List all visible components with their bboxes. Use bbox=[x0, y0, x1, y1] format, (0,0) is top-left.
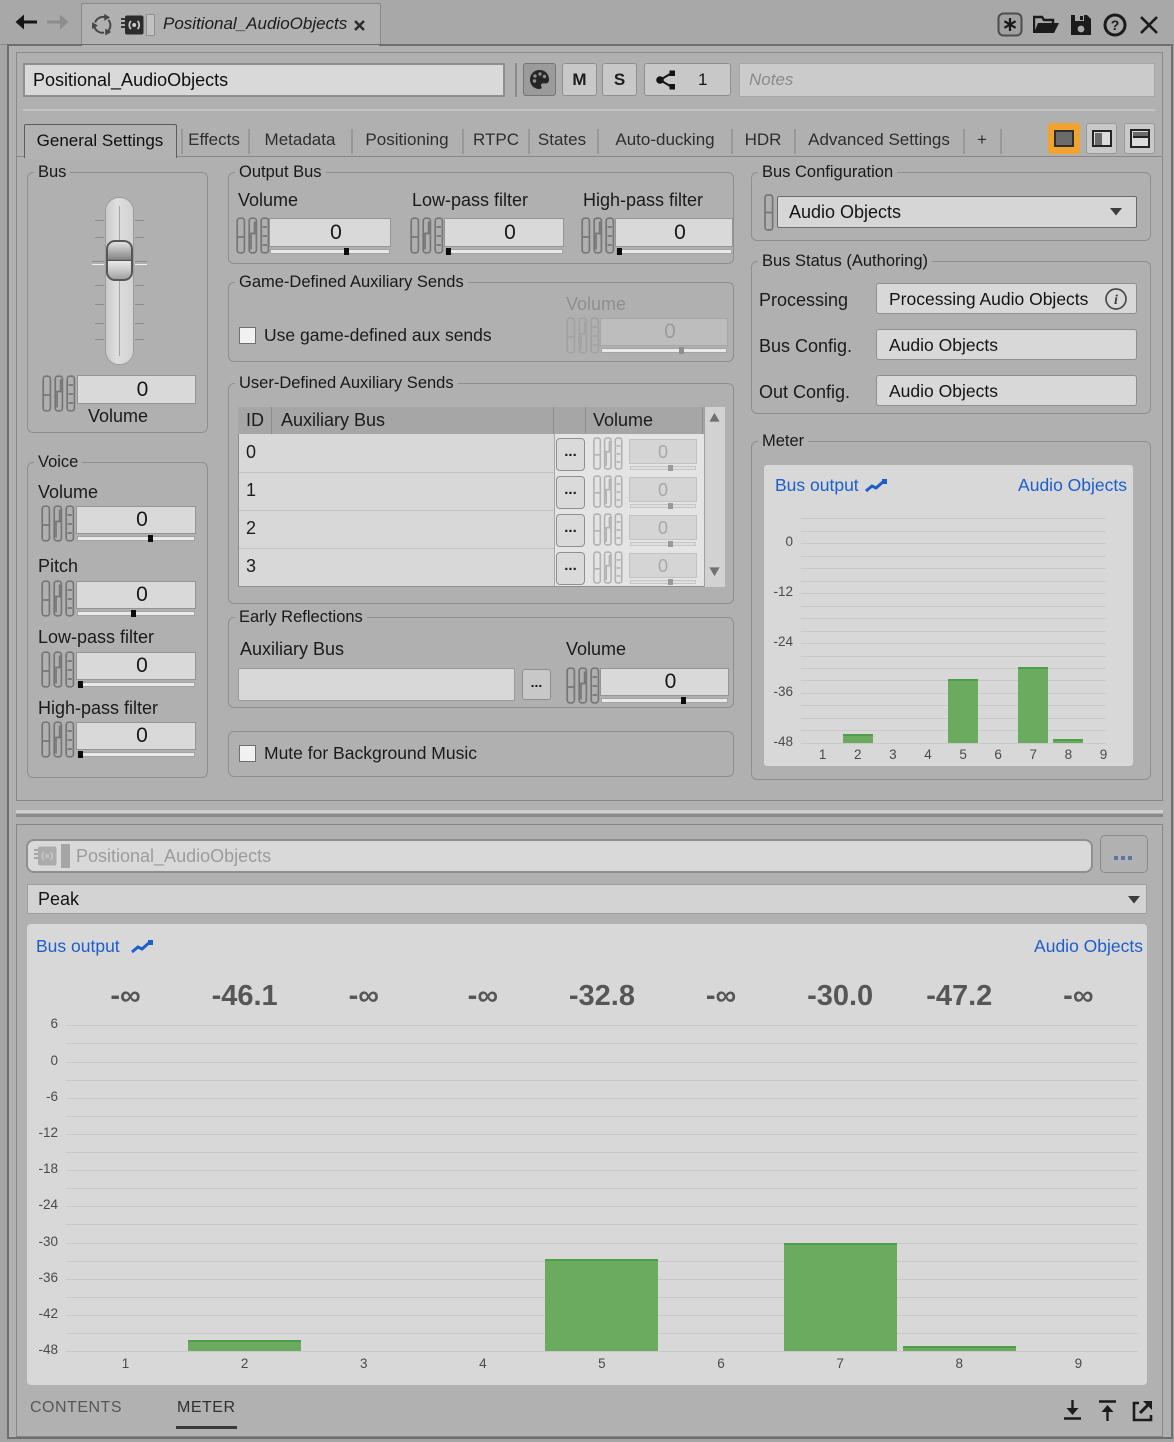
svg-text:?: ? bbox=[1111, 17, 1120, 33]
svg-text:i: i bbox=[1114, 293, 1118, 308]
